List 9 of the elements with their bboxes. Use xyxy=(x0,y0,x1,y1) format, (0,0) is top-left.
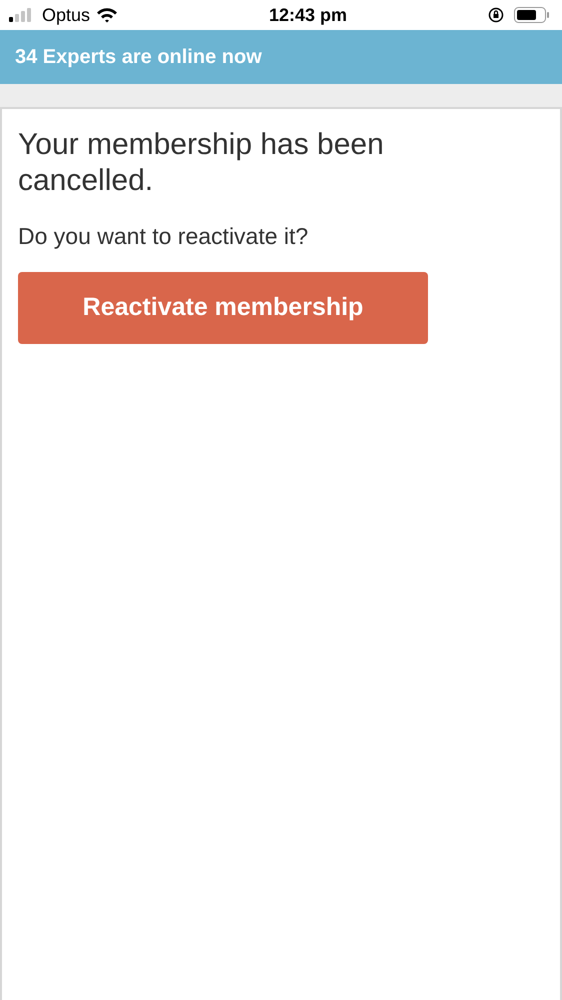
reactivate-button[interactable]: Reactivate membership xyxy=(18,272,428,344)
cancelled-heading: Your membership has been cancelled. xyxy=(18,127,385,199)
status-time: 12:43 pm xyxy=(268,4,348,27)
banner-text: 34 Experts are online now xyxy=(15,45,262,70)
wifi-icon xyxy=(96,7,118,23)
battery-icon xyxy=(514,7,550,23)
rotation-lock-icon xyxy=(488,7,504,23)
reactivate-question: Do you want to reactivate it? xyxy=(18,222,310,251)
carrier-name: Optus xyxy=(42,4,90,27)
